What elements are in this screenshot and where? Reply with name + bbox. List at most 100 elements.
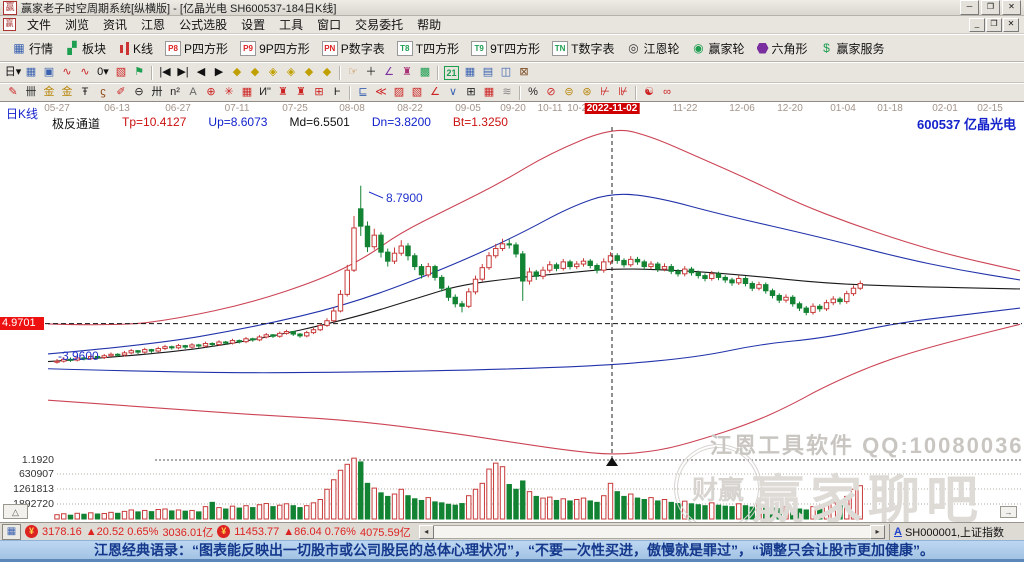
draw-tool-icon-35[interactable]: ⊬	[596, 85, 614, 100]
menu-item-窗口[interactable]: 窗口	[310, 15, 348, 34]
mdi-restore-button[interactable]: ❐	[986, 18, 1002, 32]
draw-tool-icon-24[interactable]: ▧	[408, 85, 426, 100]
draw-tool-icon-32[interactable]: ⊘	[542, 85, 560, 100]
chart-tool-icon-23[interactable]: ∠	[380, 65, 398, 80]
draw-tool-icon-12[interactable]: ⊕	[202, 85, 220, 100]
chart-tool-icon-17[interactable]: ◈	[282, 65, 300, 80]
chart-tool-icon-16[interactable]: ◈	[264, 65, 282, 80]
chart-tool-icon-4[interactable]: ∿	[58, 65, 76, 80]
draw-tool-icon-29[interactable]: ≋	[498, 85, 516, 100]
chart-tool-icon-22[interactable]: ＋	[362, 65, 380, 80]
chart-tool-icon-29[interactable]: ▤	[479, 65, 497, 80]
chart-tool-icon-10[interactable]: |◀	[156, 65, 174, 80]
draw-tool-icon-11[interactable]: A	[184, 85, 202, 100]
toolbar-button-六角形[interactable]: 六角形	[751, 38, 814, 59]
toolbar-button-P数字表[interactable]: PNP数字表	[316, 38, 391, 59]
quote-grid-icon[interactable]: ▦	[2, 524, 21, 540]
menu-item-帮助[interactable]: 帮助	[410, 15, 448, 34]
chart-tool-icon-12[interactable]: ◀	[192, 65, 210, 80]
menu-item-资讯[interactable]: 资讯	[96, 15, 134, 34]
menu-item-公式选股[interactable]: 公式选股	[172, 15, 234, 34]
draw-tool-icon-9[interactable]: 卅	[148, 85, 166, 100]
draw-tool-icon-1[interactable]: ✎	[4, 85, 22, 100]
toolbar-button-K线[interactable]: K线	[112, 38, 159, 59]
draw-tool-icon-7[interactable]: ✐	[112, 85, 130, 100]
chart-tool-icon-6[interactable]: 0▾	[94, 65, 112, 80]
toolbar-button-赢家轮[interactable]: ◉赢家轮	[685, 38, 750, 59]
draw-tool-icon-39[interactable]: ∞	[658, 85, 676, 100]
menu-item-设置[interactable]: 设置	[234, 15, 272, 34]
mdi-minimize-button[interactable]: _	[969, 18, 985, 32]
scrollbar-right-arrow[interactable]: ▸	[870, 525, 885, 539]
toolbar-button-板块[interactable]: ▞板块	[59, 38, 112, 59]
draw-tool-icon-36[interactable]: ⊮	[614, 85, 632, 100]
draw-tool-icon-18[interactable]: ⊞	[310, 85, 328, 100]
draw-tool-icon-26[interactable]: ∨	[444, 85, 462, 100]
expand-panel-button[interactable]: △	[3, 504, 28, 519]
linked-index-panel[interactable]: A SH000001,上证指数	[889, 524, 1022, 540]
menu-item-交易委托[interactable]: 交易委托	[348, 15, 410, 34]
scroll-right-button[interactable]: →	[1000, 506, 1017, 518]
draw-tool-icon-3[interactable]: 金	[40, 85, 58, 100]
draw-tool-icon-38[interactable]: ☯	[640, 85, 658, 100]
menu-item-江恩[interactable]: 江恩	[134, 15, 172, 34]
menu-item-浏览[interactable]: 浏览	[58, 15, 96, 34]
chart-tool-icon-27[interactable]: 21	[444, 66, 459, 80]
chart-tool-icon-31[interactable]: ⊠	[515, 65, 533, 80]
chart-tool-icon-18[interactable]: ◆	[300, 65, 318, 80]
mdi-close-button[interactable]: ✕	[1003, 18, 1019, 32]
close-button[interactable]: ✕	[1002, 0, 1021, 15]
draw-tool-icon-5[interactable]: Ŧ	[76, 85, 94, 100]
toolbar-button-T四方形[interactable]: T8T四方形	[391, 38, 465, 59]
draw-tool-icon-28[interactable]: ▦	[480, 85, 498, 100]
draw-tool-icon-27[interactable]: ⊞	[462, 85, 480, 100]
toolbar-button-9P四方形[interactable]: P99P四方形	[234, 38, 316, 59]
scrollbar-left-arrow[interactable]: ◂	[419, 525, 434, 539]
chart-tool-icon-19[interactable]: ◆	[318, 65, 336, 80]
draw-tool-icon-6[interactable]: ϛ	[94, 85, 112, 100]
draw-tool-icon-19[interactable]: Ⱶ	[328, 85, 346, 100]
chart-tool-icon-7[interactable]: ▧	[112, 65, 130, 80]
draw-tool-icon-16[interactable]: ♜	[274, 85, 292, 100]
chart-tool-icon-30[interactable]: ◫	[497, 65, 515, 80]
chart-tool-icon-11[interactable]: ▶|	[174, 65, 192, 80]
draw-tool-icon-25[interactable]: ∠	[426, 85, 444, 100]
restore-button[interactable]: ❐	[981, 0, 1000, 15]
chart-tool-icon-14[interactable]: ◆	[228, 65, 246, 80]
toolbar-button-T数字表[interactable]: TNT数字表	[546, 38, 620, 59]
draw-tool-icon-4[interactable]: 金	[58, 85, 76, 100]
draw-tool-icon-8[interactable]: ⊖	[130, 85, 148, 100]
draw-tool-icon-31[interactable]: %	[524, 85, 542, 100]
toolbar-button-江恩轮[interactable]: ◎江恩轮	[620, 38, 685, 59]
chart-tool-icon-8[interactable]: ⚑	[130, 65, 148, 80]
draw-tool-icon-34[interactable]: ⊛	[578, 85, 596, 100]
scrollbar-track[interactable]	[434, 525, 870, 539]
draw-tool-icon-33[interactable]: ⊜	[560, 85, 578, 100]
toolbar-button-赢家服务[interactable]: $赢家服务	[814, 38, 891, 59]
draw-tool-icon-17[interactable]: ♜	[292, 85, 310, 100]
chart-tool-icon-1[interactable]: 日▾	[4, 65, 22, 80]
draw-tool-icon-15[interactable]: И"	[256, 85, 274, 100]
draw-tool-icon-22[interactable]: ≪	[372, 85, 390, 100]
chart-tool-icon-13[interactable]: ▶	[210, 65, 228, 80]
menu-item-文件[interactable]: 文件	[20, 15, 58, 34]
chart-tool-icon-28[interactable]: ▦	[461, 65, 479, 80]
draw-tool-icon-21[interactable]: ⊑	[354, 85, 372, 100]
toolbar-button-行情[interactable]: ▦行情	[6, 38, 59, 59]
draw-tool-icon-10[interactable]: n²	[166, 85, 184, 100]
chart-tool-icon-15[interactable]: ◆	[246, 65, 264, 80]
chart-tool-icon-5[interactable]: ∿	[76, 65, 94, 80]
kline-period-tab[interactable]: 日K线	[6, 105, 38, 122]
draw-tool-icon-2[interactable]: 卌	[22, 85, 40, 100]
chart-tool-icon-25[interactable]: ▩	[416, 65, 434, 80]
draw-tool-icon-13[interactable]: ✳	[220, 85, 238, 100]
draw-tool-icon-14[interactable]: ▦	[238, 85, 256, 100]
chart-tool-icon-3[interactable]: ▣	[40, 65, 58, 80]
horizontal-scrollbar[interactable]: ◂ ▸	[419, 525, 885, 539]
toolbar-button-9T四方形[interactable]: T99T四方形	[465, 38, 546, 59]
menu-item-工具[interactable]: 工具	[272, 15, 310, 34]
chart-tool-icon-24[interactable]: ♜	[398, 65, 416, 80]
minimize-button[interactable]: ─	[960, 0, 979, 15]
draw-tool-icon-23[interactable]: ▨	[390, 85, 408, 100]
chart-tool-icon-2[interactable]: ▦	[22, 65, 40, 80]
